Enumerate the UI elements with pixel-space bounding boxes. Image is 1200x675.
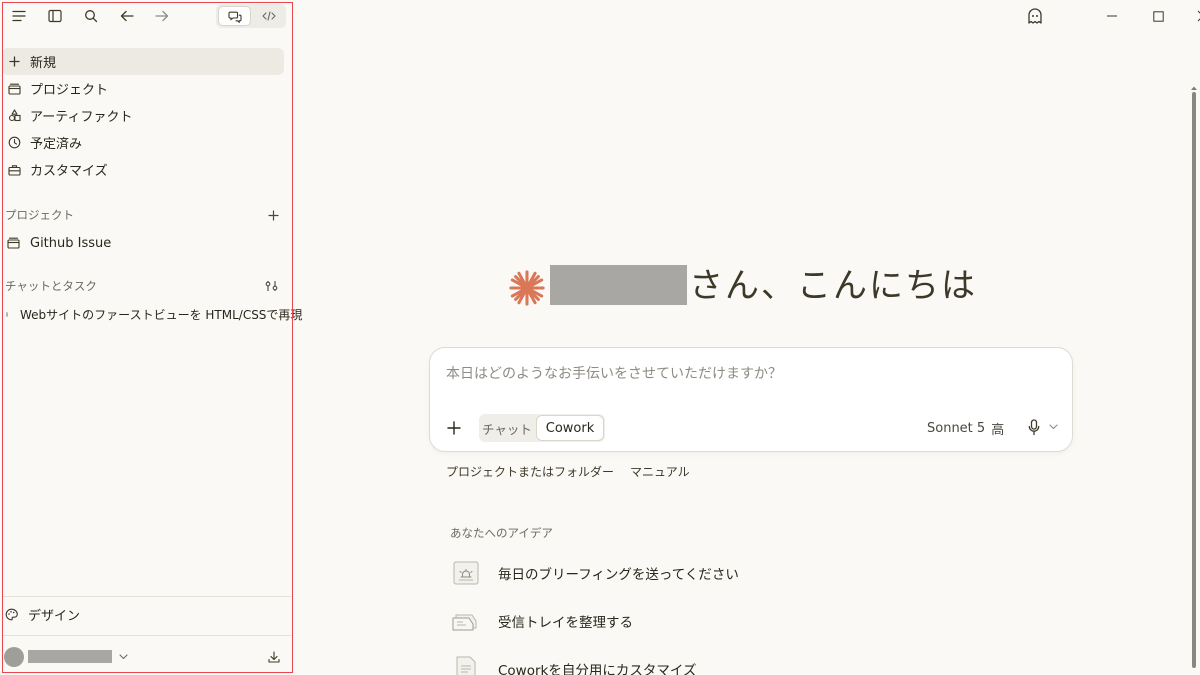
folder-icon bbox=[7, 236, 21, 250]
bell-icon bbox=[452, 559, 480, 587]
maximize-icon[interactable] bbox=[1145, 4, 1171, 28]
add-project-icon[interactable] bbox=[266, 208, 280, 222]
sidebar-item-label: カスタマイズ bbox=[30, 164, 108, 179]
sidebar: 新規 プロジェクト アーティファクト 予定済み カスタマイズ プロジェクト Gi… bbox=[0, 0, 302, 675]
menu-icon[interactable] bbox=[8, 5, 30, 27]
chat-mode-button[interactable] bbox=[218, 6, 251, 26]
idea-item[interactable]: Coworkを自分用にカスタマイズ bbox=[452, 654, 852, 675]
chat-status-dot bbox=[6, 311, 8, 317]
code-mode-button[interactable] bbox=[252, 6, 285, 26]
microphone-icon[interactable] bbox=[1026, 417, 1042, 437]
scroll-up-icon bbox=[1191, 86, 1197, 90]
forward-arrow-icon[interactable] bbox=[151, 5, 173, 27]
add-attachment-icon[interactable] bbox=[444, 418, 464, 438]
composer: 本日はどのようなお手伝いをさせていただけますか？ チャット Cowork Son… bbox=[429, 347, 1073, 452]
chats-heading: チャットとタスク bbox=[5, 279, 97, 293]
prompt-input[interactable]: 本日はどのようなお手伝いをさせていただけますか？ bbox=[446, 363, 1046, 383]
model-name: Sonnet 5 bbox=[927, 420, 986, 436]
sidebar-nav: 新規 プロジェクト アーティファクト 予定済み カスタマイズ bbox=[2, 48, 284, 183]
search-icon[interactable] bbox=[80, 5, 102, 27]
artifacts-icon bbox=[7, 109, 21, 123]
sidebar-item-label: 予定済み bbox=[30, 137, 83, 152]
plus-icon bbox=[7, 55, 21, 69]
sidebar-toggle-icon[interactable] bbox=[44, 5, 66, 27]
claude-logo-icon bbox=[509, 270, 545, 306]
chat-item[interactable]: Webサイトのファーストビューを HTML/CSSで再現 bbox=[2, 304, 302, 324]
minimize-icon[interactable] bbox=[1099, 4, 1125, 28]
greeting-text: さん、こんにちは bbox=[689, 266, 977, 306]
design-label: デザイン bbox=[28, 608, 81, 624]
project-item-github-issue[interactable]: Github Issue bbox=[2, 232, 284, 254]
chats-section-header: チャットとタスク bbox=[5, 276, 280, 296]
projects-section-header: プロジェクト bbox=[5, 205, 280, 225]
idea-label: Coworkを自分用にカスタマイズ bbox=[498, 663, 697, 675]
sidebar-item-scheduled[interactable]: 予定済み bbox=[2, 129, 284, 156]
idea-label: 受信トレイを整理する bbox=[498, 615, 633, 631]
scrollbar-thumb[interactable] bbox=[1192, 92, 1196, 668]
briefcase-icon bbox=[7, 163, 21, 177]
mode-selector: チャット Cowork bbox=[479, 414, 605, 442]
chevron-down-icon bbox=[116, 650, 130, 664]
view-mode-toggle bbox=[216, 4, 286, 28]
sidebar-item-label: アーティファクト bbox=[30, 110, 133, 125]
greeting: さん、こんにちは bbox=[508, 262, 1028, 310]
document-icon bbox=[452, 655, 480, 675]
projects-heading: プロジェクト bbox=[5, 208, 74, 222]
mode-chat-button[interactable]: チャット bbox=[479, 414, 535, 442]
mode-cowork-button[interactable]: Cowork bbox=[536, 415, 604, 441]
back-arrow-icon[interactable] bbox=[116, 5, 138, 27]
idea-label: 毎日のブリーフィングを送ってください bbox=[498, 567, 739, 583]
manual-link[interactable]: マニュアル bbox=[630, 463, 690, 481]
sidebar-item-projects[interactable]: プロジェクト bbox=[2, 75, 284, 102]
chat-label: Webサイトのファーストビューを HTML/CSSで再現 bbox=[20, 307, 303, 322]
clock-icon bbox=[7, 136, 21, 150]
sidebar-divider bbox=[3, 635, 293, 636]
download-icon[interactable] bbox=[266, 649, 282, 665]
sidebar-divider bbox=[3, 596, 293, 597]
chevron-down-icon[interactable] bbox=[1047, 421, 1059, 433]
sidebar-toolbar bbox=[0, 0, 293, 32]
project-folder-link[interactable]: プロジェクトまたはフォルダー bbox=[446, 463, 614, 481]
sidebar-item-label: 新規 bbox=[30, 56, 57, 71]
close-icon[interactable] bbox=[1190, 4, 1200, 28]
sidebar-item-label: プロジェクト bbox=[30, 83, 109, 98]
user-name-redacted bbox=[550, 265, 687, 305]
idea-item[interactable]: 受信トレイを整理する bbox=[452, 606, 852, 636]
model-selector[interactable]: Sonnet 5 高 bbox=[927, 418, 1004, 438]
effort-level: 高 bbox=[991, 422, 1005, 438]
folder-icon bbox=[7, 82, 21, 96]
sidebar-item-artifacts[interactable]: アーティファクト bbox=[2, 102, 284, 129]
user-menu[interactable] bbox=[3, 645, 288, 669]
sidebar-item-customize[interactable]: カスタマイズ bbox=[2, 156, 284, 183]
idea-item[interactable]: 毎日のブリーフィングを送ってください bbox=[452, 558, 852, 588]
user-name-redacted bbox=[28, 650, 112, 663]
filter-icon[interactable] bbox=[264, 279, 280, 293]
composer-footer: プロジェクトまたはフォルダー マニュアル bbox=[446, 463, 690, 481]
inbox-icon bbox=[452, 607, 480, 635]
sidebar-item-new[interactable]: 新規 bbox=[2, 48, 284, 75]
ghost-icon[interactable] bbox=[1022, 4, 1048, 28]
window-controls bbox=[1010, 0, 1200, 32]
palette-icon bbox=[5, 607, 19, 621]
code-icon bbox=[261, 11, 276, 21]
chat-bubbles-icon bbox=[227, 11, 242, 23]
project-label: Github Issue bbox=[30, 235, 112, 251]
avatar bbox=[4, 647, 24, 667]
sidebar-item-design[interactable]: デザイン bbox=[5, 604, 80, 624]
ideas-heading: あなたへのアイデア bbox=[450, 526, 553, 540]
